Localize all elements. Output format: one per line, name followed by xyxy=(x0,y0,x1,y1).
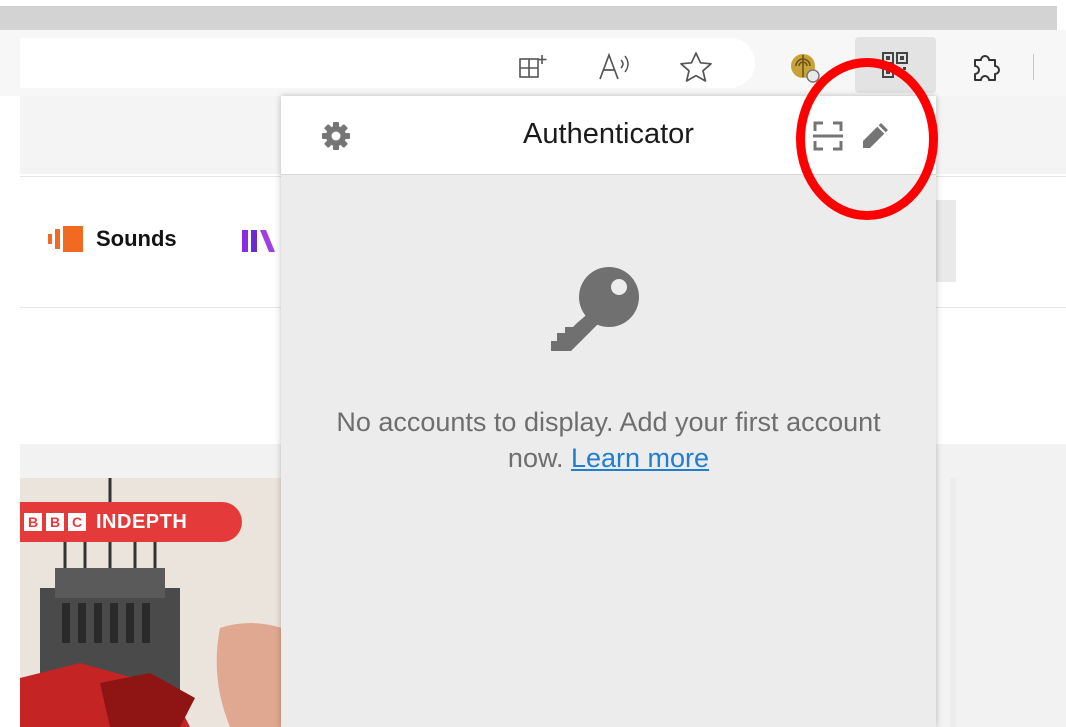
extensions-puzzle-icon[interactable] xyxy=(966,48,1006,86)
read-aloud-icon[interactable] xyxy=(596,50,634,84)
bbc-logo-letter: C xyxy=(68,513,86,531)
card-edge xyxy=(950,478,956,727)
address-bar[interactable] xyxy=(20,38,755,88)
nav-item-sounds[interactable]: Sounds xyxy=(48,224,177,254)
annotation-circle xyxy=(796,58,938,220)
bbc-logo-letter: B xyxy=(24,513,42,531)
nav-item-partial[interactable] xyxy=(242,227,282,260)
favorite-star-icon[interactable] xyxy=(676,50,716,84)
article-image[interactable]: B B C INDEPTH xyxy=(20,478,282,727)
nav-item-sounds-label: Sounds xyxy=(96,226,177,251)
books-logo-icon xyxy=(242,230,275,252)
split-screen-icon[interactable] xyxy=(516,52,550,82)
key-icon xyxy=(547,259,647,364)
bbc-logo-letter: B xyxy=(46,513,64,531)
learn-more-link[interactable]: Learn more xyxy=(571,443,709,473)
empty-state-message: No accounts to display. Add your first a… xyxy=(321,404,896,476)
toolbar-separator xyxy=(1033,54,1034,80)
settings-button[interactable] xyxy=(317,118,355,154)
bbc-indepth-badge: B B C INDEPTH xyxy=(20,502,242,542)
bbc-indepth-label: INDEPTH xyxy=(96,510,188,533)
tab-strip xyxy=(0,6,1057,30)
settings-gear-icon xyxy=(322,122,350,150)
page-element-edge xyxy=(936,200,956,282)
sounds-logo-icon xyxy=(48,226,83,252)
